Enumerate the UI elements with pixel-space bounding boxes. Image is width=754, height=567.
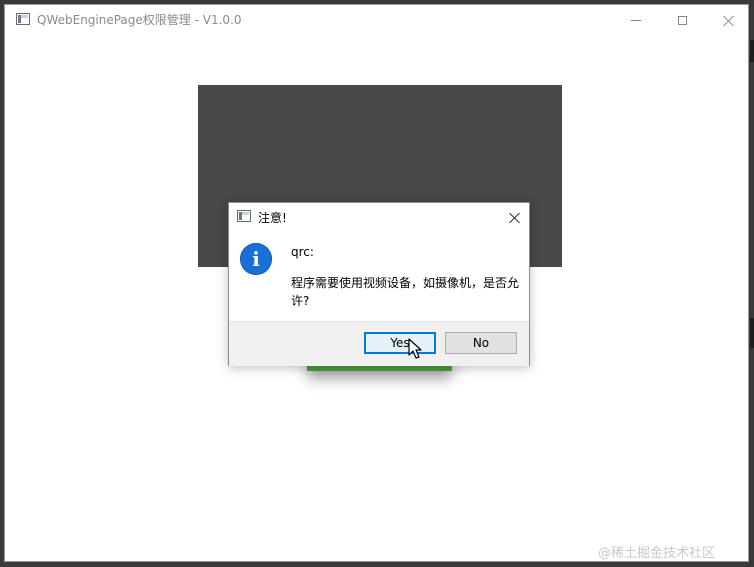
yes-button[interactable]: Yes bbox=[364, 332, 436, 354]
dialog-message: 程序需要使用视频设备，如摄像机，是否允许? bbox=[291, 276, 520, 308]
minimize-button[interactable] bbox=[613, 5, 659, 35]
close-icon bbox=[509, 212, 520, 223]
dialog-button-bar: Yes No bbox=[229, 321, 529, 366]
window-title: QWebEnginePage权限管理 - V1.0.0 bbox=[37, 13, 242, 27]
dialog-title: 注意! bbox=[258, 211, 287, 225]
watermark-text: @稀土掘金技术社区 bbox=[598, 546, 716, 561]
dialog-heading: qrc: bbox=[291, 245, 314, 259]
dialog-close-button[interactable] bbox=[505, 208, 523, 226]
app-window-icon bbox=[16, 13, 30, 25]
dialog-title-bar[interactable]: 注意! bbox=[229, 203, 529, 231]
window-edge-marker bbox=[750, 318, 754, 348]
close-button[interactable] bbox=[705, 5, 751, 35]
mouse-cursor-icon bbox=[408, 338, 422, 359]
minimize-icon bbox=[631, 19, 641, 21]
dialog-window-icon bbox=[237, 210, 251, 222]
close-icon bbox=[723, 15, 734, 26]
no-button[interactable]: No bbox=[445, 332, 517, 354]
window-edge-marker bbox=[750, 40, 754, 62]
maximize-button[interactable] bbox=[659, 5, 705, 35]
maximize-icon bbox=[677, 15, 687, 25]
window-title-bar[interactable]: QWebEnginePage权限管理 - V1.0.0 bbox=[5, 5, 748, 35]
permission-dialog: 注意! i qrc: 程序需要使用视频设备，如摄像机，是否允许? Yes No bbox=[228, 202, 530, 366]
information-icon: i bbox=[240, 243, 272, 275]
info-glyph: i bbox=[252, 247, 260, 271]
